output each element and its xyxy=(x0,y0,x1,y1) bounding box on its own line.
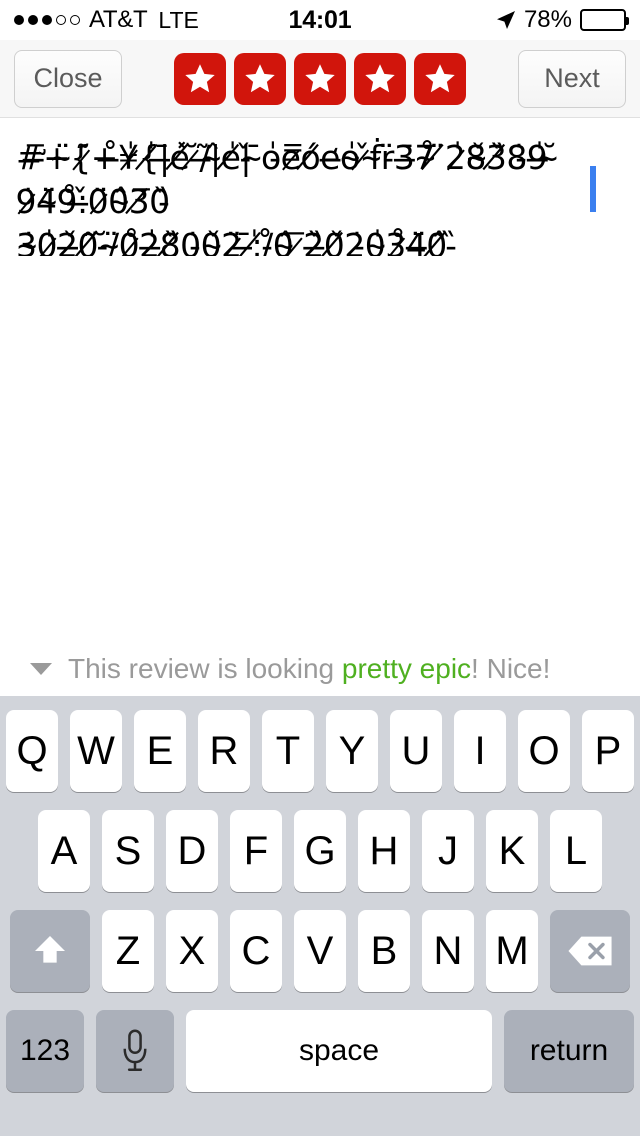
battery-percent-label: 78% xyxy=(523,6,572,33)
star-icon xyxy=(305,63,335,92)
key-c[interactable]: C xyxy=(230,910,282,992)
backspace-key[interactable] xyxy=(550,910,630,992)
key-o[interactable]: O xyxy=(518,710,570,792)
review-text-content[interactable]: #̶̛̅+̴̈{̷̃+̶̊¥̷̍{̸̍|̶̄e̸̽ ̷̆/̶̃|̴̂e̸̍|̵̌… xyxy=(16,136,624,256)
review-quality-hint-text: This review is looking pretty epic! Nice… xyxy=(68,655,550,683)
keyboard-row-3: Z X C V B N M xyxy=(0,910,640,992)
review-quality-hint-bar[interactable]: This review is looking pretty epic! Nice… xyxy=(0,642,640,696)
key-k[interactable]: K xyxy=(486,810,538,892)
star-icon xyxy=(425,63,455,92)
key-y[interactable]: Y xyxy=(326,710,378,792)
review-text-area[interactable]: #̶̛̅+̴̈{̷̃+̶̊¥̷̍{̸̍|̶̄e̸̽ ̷̆/̶̃|̴̂e̸̍|̵̌… xyxy=(0,118,640,642)
key-j[interactable]: J xyxy=(422,810,474,892)
text-cursor xyxy=(590,166,596,212)
numbers-key[interactable]: 123 xyxy=(6,1010,84,1092)
shift-key[interactable] xyxy=(10,910,90,992)
chevron-down-triangle-icon[interactable] xyxy=(30,663,52,675)
star-icon xyxy=(245,63,275,92)
key-u[interactable]: U xyxy=(390,710,442,792)
key-q[interactable]: Q xyxy=(6,710,58,792)
key-x[interactable]: X xyxy=(166,910,218,992)
key-a[interactable]: A xyxy=(38,810,90,892)
key-m[interactable]: M xyxy=(486,910,538,992)
shift-arrow-up-icon xyxy=(35,936,65,963)
key-g[interactable]: G xyxy=(294,810,346,892)
star-rating-item-1[interactable] xyxy=(174,52,226,105)
battery-icon xyxy=(580,9,629,31)
status-bar-right: 78% xyxy=(496,6,629,33)
hint-suffix: ! Nice! xyxy=(471,653,551,684)
key-h[interactable]: H xyxy=(358,810,410,892)
next-button[interactable]: Next xyxy=(518,49,626,108)
star-icon xyxy=(365,63,395,92)
star-rating-item-5[interactable] xyxy=(414,52,466,105)
keyboard-row-4: 123 space return xyxy=(0,1010,640,1092)
dictation-key[interactable] xyxy=(96,1010,174,1092)
return-key[interactable]: return xyxy=(504,1010,634,1092)
star-rating-item-4[interactable] xyxy=(354,52,406,105)
hint-highlight: pretty epic xyxy=(341,653,472,684)
key-p[interactable]: P xyxy=(582,710,634,792)
key-f[interactable]: F xyxy=(230,810,282,892)
star-icon xyxy=(185,63,215,92)
navigation-bar: Close Next xyxy=(0,40,640,118)
key-t[interactable]: T xyxy=(262,710,314,792)
key-n[interactable]: N xyxy=(422,910,474,992)
key-e[interactable]: E xyxy=(134,710,186,792)
location-arrow-icon xyxy=(496,11,515,29)
backspace-delete-icon xyxy=(568,936,612,966)
key-b[interactable]: B xyxy=(358,910,410,992)
star-rating-item-2[interactable] xyxy=(234,52,286,105)
key-s[interactable]: S xyxy=(102,810,154,892)
key-z[interactable]: Z xyxy=(102,910,154,992)
close-button[interactable]: Close xyxy=(14,49,122,108)
key-l[interactable]: L xyxy=(550,810,602,892)
key-w[interactable]: W xyxy=(70,710,122,792)
status-bar: AT&T LTE 14:01 78% xyxy=(0,0,640,40)
star-rating-item-3[interactable] xyxy=(294,52,346,105)
hint-prefix: This review is looking xyxy=(68,653,342,684)
key-i[interactable]: I xyxy=(454,710,506,792)
on-screen-keyboard[interactable]: Q W E R T Y U I O P A S D F G H J K L Z … xyxy=(0,696,640,1136)
key-d[interactable]: D xyxy=(166,810,218,892)
keyboard-row-2: A S D F G H J K L xyxy=(0,810,640,892)
star-rating[interactable] xyxy=(174,52,466,105)
keyboard-row-1: Q W E R T Y U I O P xyxy=(0,710,640,792)
key-r[interactable]: R xyxy=(198,710,250,792)
microphone-icon xyxy=(123,1029,147,1072)
key-v[interactable]: V xyxy=(294,910,346,992)
space-key[interactable]: space xyxy=(186,1010,492,1092)
